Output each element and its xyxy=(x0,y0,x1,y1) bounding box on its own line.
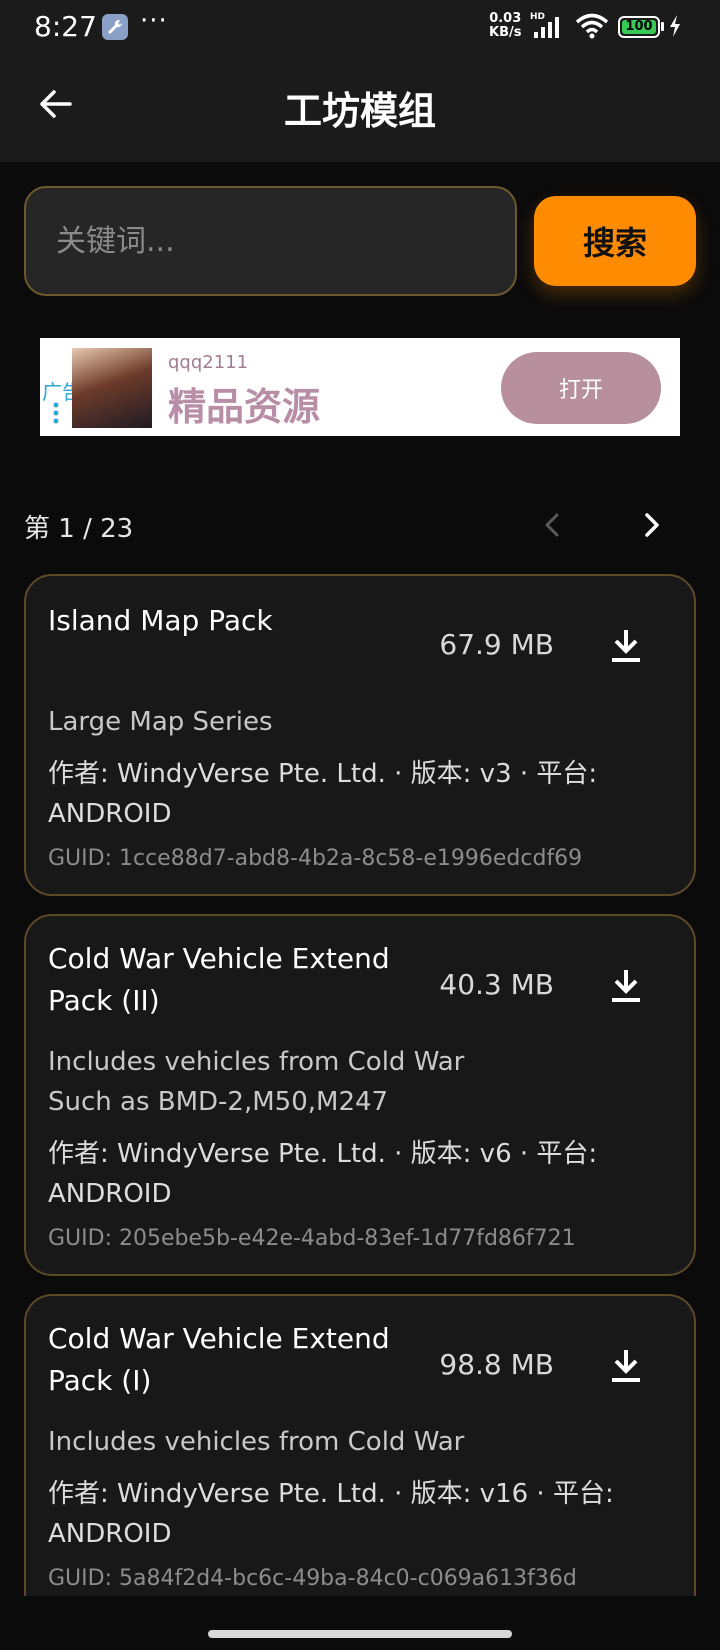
ad-open-button[interactable]: 打开 xyxy=(501,352,661,424)
battery-tip xyxy=(661,22,664,31)
mod-guid: GUID: 205ebe5b-e42e-4abd-83ef-1d77fd86f7… xyxy=(48,1226,576,1251)
wrench-icon xyxy=(102,14,128,40)
page-indicator: 第 1 / 23 xyxy=(24,514,134,544)
status-time: 8:27 xyxy=(34,10,97,43)
network-speed-unit: KB/s xyxy=(489,25,522,40)
mod-card[interactable]: Cold War Vehicle Extend Pack (II) 40.3 M… xyxy=(24,914,696,1276)
download-icon[interactable] xyxy=(608,1346,644,1386)
mod-size: 40.3 MB xyxy=(439,968,554,1001)
mod-title: Island Map Pack xyxy=(48,604,273,637)
mod-card[interactable]: Island Map Pack 67.9 MB Large Map Series… xyxy=(24,574,696,896)
mod-size: 98.8 MB xyxy=(439,1348,554,1381)
page-title: 工坊模组 xyxy=(283,89,436,133)
search-input[interactable] xyxy=(24,186,517,296)
mod-meta: 作者: WindyVerse Pte. Ltd. · 版本: v6 · 平台: … xyxy=(48,1139,598,1209)
chevron-left-icon[interactable] xyxy=(536,508,570,542)
app-bar: 工坊模组 xyxy=(0,54,720,162)
mod-meta: 作者: WindyVerse Pte. Ltd. · 版本: v3 · 平台: … xyxy=(48,759,598,829)
mod-description: Includes vehicles from Cold War Such as … xyxy=(48,1047,465,1117)
download-icon[interactable] xyxy=(608,626,644,666)
ad-thumbnail xyxy=(72,348,152,428)
mod-card[interactable]: Cold War Vehicle Extend Pack (I) 98.8 MB… xyxy=(24,1294,696,1596)
mod-description: Includes vehicles from Cold War xyxy=(48,1427,465,1457)
network-speed-value: 0.03 xyxy=(489,11,522,26)
network-speed: 0.03 KB/s xyxy=(489,12,521,40)
ad-headline: 精品资源 xyxy=(168,385,321,429)
status-more-dots: ··· xyxy=(140,6,168,36)
mod-title: Cold War Vehicle Extend Pack (I) xyxy=(48,1322,390,1397)
status-bar: 8:27 ··· 0.03 KB/s HD 100 xyxy=(0,0,720,54)
charging-icon xyxy=(670,15,680,37)
signal-icon xyxy=(534,17,559,38)
mod-size: 67.9 MB xyxy=(439,628,554,661)
ad-banner[interactable]: 广告 qqq2111 精品资源 打开 xyxy=(40,338,680,436)
chevron-right-icon[interactable] xyxy=(634,508,668,542)
more-vertical-icon[interactable] xyxy=(53,402,59,424)
battery-icon: 100 xyxy=(618,16,660,38)
wifi-icon xyxy=(575,13,609,39)
ad-subtitle: qqq2111 xyxy=(168,352,249,373)
gesture-area xyxy=(0,1596,720,1650)
mod-guid: GUID: 5a84f2d4-bc6c-49ba-84c0-c069a613f3… xyxy=(48,1566,577,1591)
search-button[interactable]: 搜索 xyxy=(534,196,696,286)
download-icon[interactable] xyxy=(608,966,644,1006)
gesture-handle[interactable] xyxy=(208,1630,512,1638)
mod-title: Cold War Vehicle Extend Pack (II) xyxy=(48,942,390,1017)
battery-level: 100 xyxy=(622,20,656,34)
mod-guid: GUID: 1cce88d7-abd8-4b2a-8c58-e1996edcdf… xyxy=(48,846,583,871)
mod-meta: 作者: WindyVerse Pte. Ltd. · 版本: v16 · 平台:… xyxy=(48,1479,614,1549)
mod-description: Large Map Series xyxy=(48,707,273,737)
